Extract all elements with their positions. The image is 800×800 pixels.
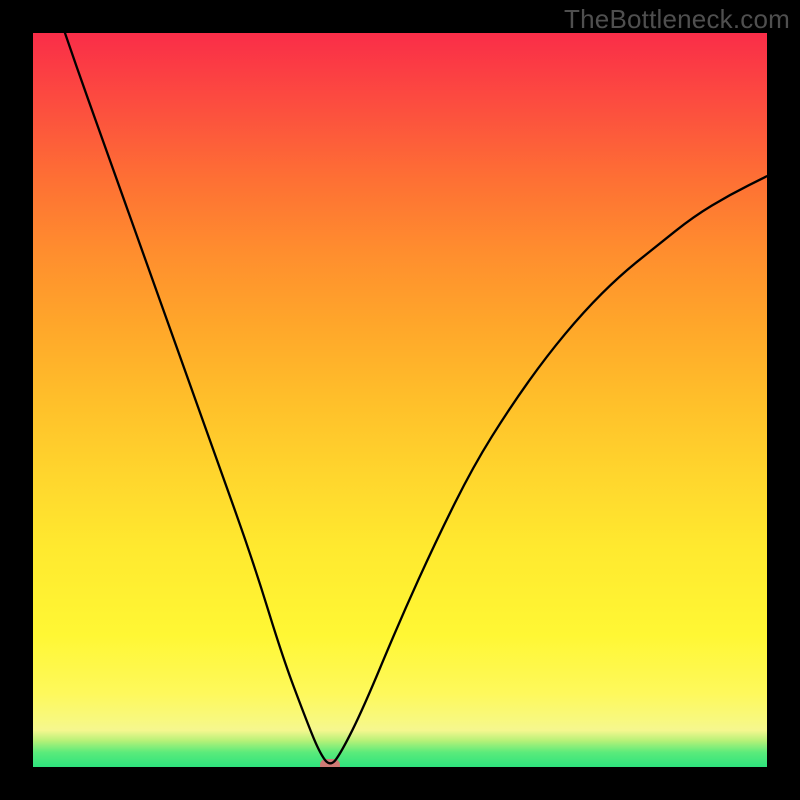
chart-frame: TheBottleneck.com bbox=[0, 0, 800, 800]
bottleneck-curve bbox=[33, 33, 767, 767]
plot-area bbox=[33, 33, 767, 767]
watermark-text: TheBottleneck.com bbox=[564, 4, 790, 35]
